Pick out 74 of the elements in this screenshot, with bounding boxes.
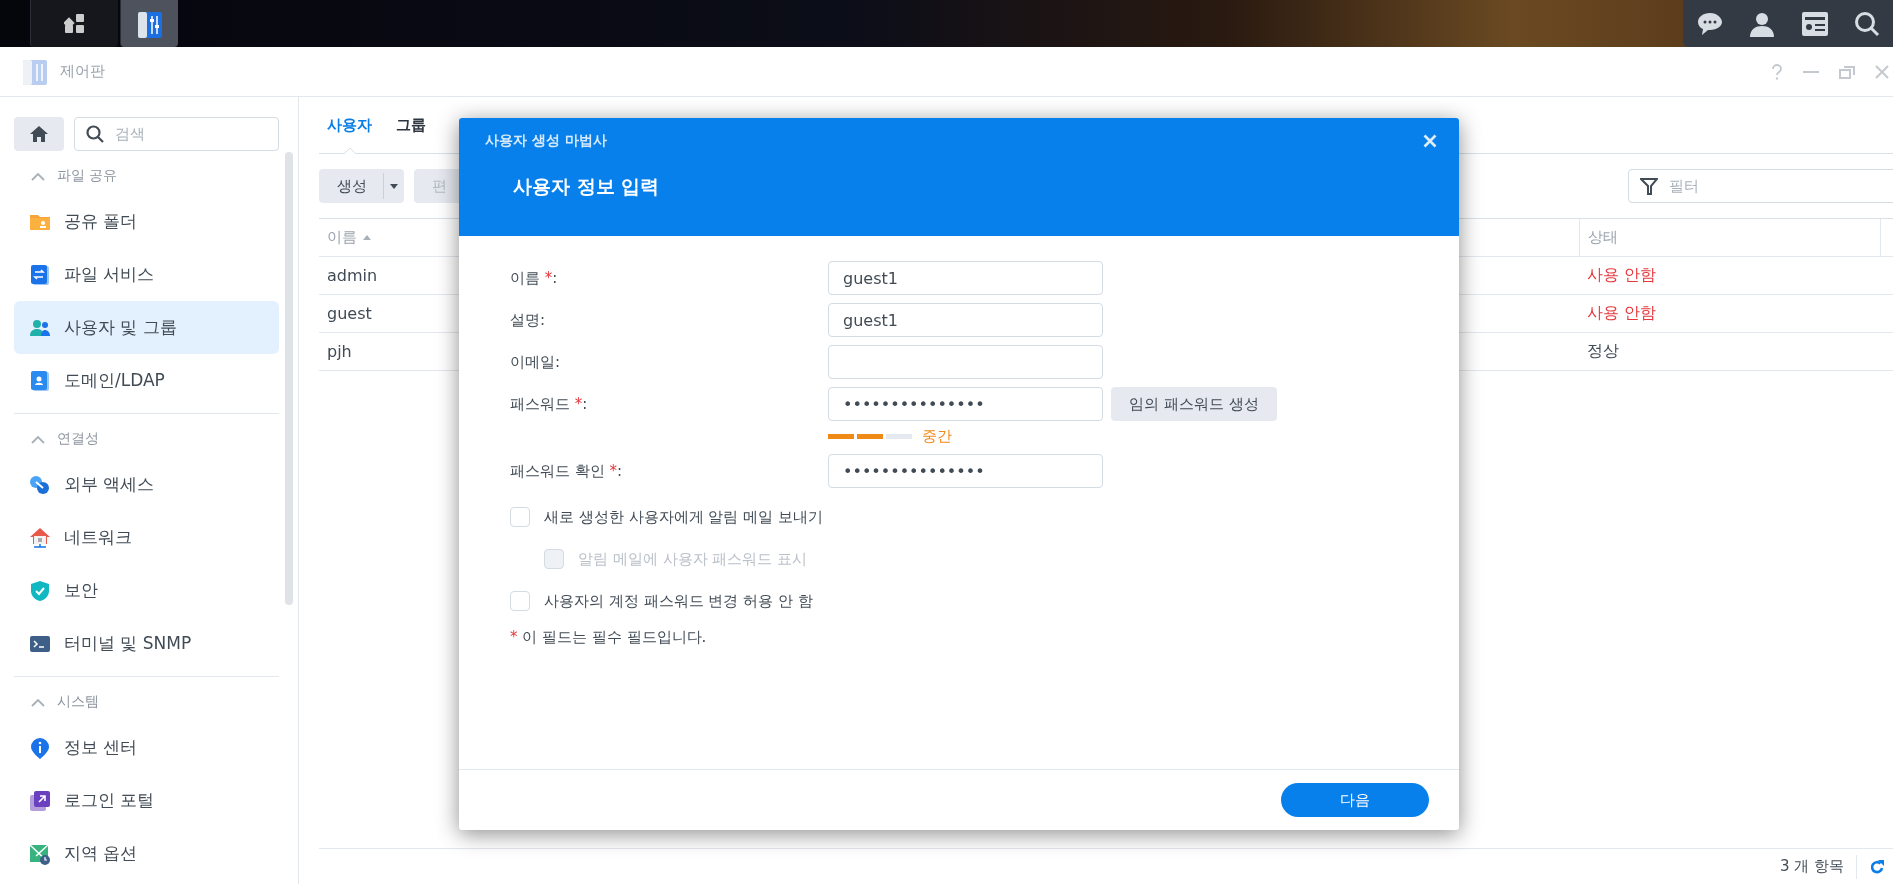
user-icon[interactable] xyxy=(1749,10,1776,37)
dialog-heading: 사용자 정보 입력 xyxy=(513,174,660,199)
sidebar-item[interactable]: 정보 센터 xyxy=(14,721,279,774)
search-field[interactable]: 검색 xyxy=(74,117,279,151)
filter-field[interactable]: 필터 xyxy=(1628,169,1893,203)
info-icon xyxy=(28,735,52,760)
field-label: 패스워드 확인 *: xyxy=(510,461,624,481)
domain-icon xyxy=(28,368,52,393)
scrollbar[interactable] xyxy=(285,152,293,605)
status-cell-text: 정상 xyxy=(1586,340,1620,362)
dialog-title: 사용자 생성 마법사 xyxy=(485,131,607,150)
checkbox[interactable] xyxy=(510,591,530,611)
window-title: 제어판 xyxy=(60,62,105,81)
input-field[interactable]: guest1 xyxy=(828,303,1103,337)
generate-password-button[interactable]: 임의 패스워드 생성 xyxy=(1111,387,1277,421)
sidebar-item[interactable]: 사용자 및 그룹 xyxy=(14,301,279,354)
section-title: 파일 공유 xyxy=(57,167,118,185)
sidebar-item[interactable]: 지역 옵션 xyxy=(14,827,279,880)
chevron-up-icon[interactable] xyxy=(31,697,45,707)
field-label: 이름 *: xyxy=(510,268,559,288)
input-field[interactable]: ••••••••••••••• xyxy=(828,387,1103,421)
sidebar-item[interactable]: 파일 서비스 xyxy=(14,248,279,301)
field-label: 이메일: xyxy=(510,352,562,372)
chat-icon[interactable] xyxy=(1695,10,1724,37)
chevron-up-icon[interactable] xyxy=(31,171,45,181)
sliders-icon xyxy=(22,57,48,86)
tab[interactable]: 그룹 xyxy=(388,97,434,153)
chevron-up-icon[interactable] xyxy=(31,434,45,444)
table-cell: admin xyxy=(327,266,378,285)
next-button[interactable]: 다음 xyxy=(1281,783,1429,817)
table-cell: guest xyxy=(327,304,372,323)
close-icon xyxy=(1423,134,1437,148)
search-icon[interactable] xyxy=(1854,10,1881,37)
sidebar-item[interactable]: 도메인/LDAP xyxy=(14,354,279,407)
checkbox[interactable] xyxy=(510,507,530,527)
sidebar-item[interactable]: 외부 액세스 xyxy=(14,458,279,511)
tab[interactable]: 사용자 xyxy=(319,97,380,153)
close-icon[interactable] xyxy=(1875,64,1889,79)
sidebar-item[interactable]: 터미널 및 SNMP xyxy=(14,617,279,670)
restore-icon[interactable] xyxy=(1839,64,1855,79)
section-title: 시스템 xyxy=(57,693,99,711)
checkbox-label: 사용자의 계정 패스워드 변경 허용 안 함 xyxy=(544,591,813,611)
sidebar-item[interactable]: 네트워크 xyxy=(14,511,279,564)
status-cell-text: 사용 안함 xyxy=(1586,264,1658,286)
home-button[interactable] xyxy=(14,117,64,151)
split-button[interactable]: 생성 xyxy=(319,169,404,203)
required-note: * 이 필드는 필수 필드입니다. xyxy=(510,628,707,647)
field-label: 패스워드 *: xyxy=(510,394,589,414)
refresh-icon[interactable] xyxy=(1869,858,1885,875)
strength-label: 중간 xyxy=(922,427,952,446)
home-icon xyxy=(30,126,48,142)
caret-icon[interactable] xyxy=(390,183,398,189)
sidebar-item[interactable]: 로그인 포털 xyxy=(14,774,279,827)
input-field[interactable] xyxy=(828,345,1103,379)
taskbar-button[interactable] xyxy=(120,0,178,47)
network-icon xyxy=(28,525,52,550)
input-field[interactable]: ••••••••••••••• xyxy=(828,454,1103,488)
section-title: 연결성 xyxy=(57,430,99,448)
taskbar-button[interactable] xyxy=(30,0,118,47)
file-service-icon xyxy=(28,262,52,287)
status-cell-text: 사용 안함 xyxy=(1586,302,1658,324)
checkbox-label: 새로 생성한 사용자에게 알림 메일 보내기 xyxy=(544,507,823,527)
field-label: 설명: xyxy=(510,310,547,330)
portal-icon xyxy=(28,788,52,813)
checkbox-label: 알림 메일에 사용자 패스워드 표시 xyxy=(578,549,808,569)
help-icon[interactable] xyxy=(1771,63,1783,80)
table-cell: pjh xyxy=(327,342,352,361)
security-icon xyxy=(28,578,52,603)
item-count: 3 개 항목 xyxy=(1779,857,1844,876)
input-field[interactable]: guest1 xyxy=(828,261,1103,295)
sidebar-item[interactable]: 보안 xyxy=(14,564,279,617)
grid-icon xyxy=(63,12,86,35)
sidebar-item[interactable]: 공유 폴더 xyxy=(14,195,279,248)
widgets-icon[interactable] xyxy=(1800,10,1829,37)
